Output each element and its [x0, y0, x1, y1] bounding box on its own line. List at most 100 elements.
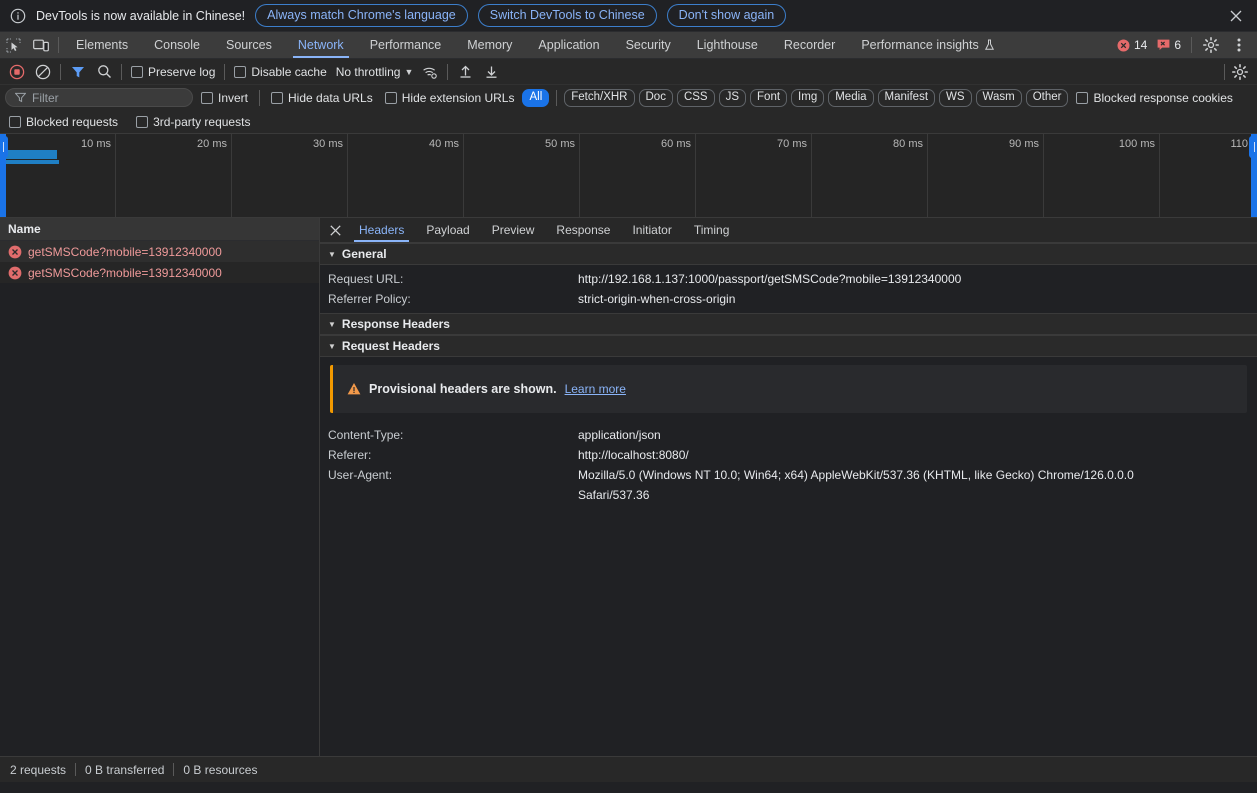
- close-icon[interactable]: [322, 218, 348, 242]
- tab-security[interactable]: Security: [613, 32, 684, 58]
- filter-type-fetch-xhr[interactable]: Fetch/XHR: [564, 88, 635, 107]
- inspect-element-icon[interactable]: [0, 32, 27, 58]
- filter-divider-2: [556, 89, 558, 106]
- tab-network[interactable]: Network: [285, 32, 357, 58]
- filter-funnel-icon: [15, 92, 26, 103]
- request-header-rows: Content-Type: application/json Referer: …: [320, 421, 1257, 509]
- checkbox-box: [136, 115, 149, 128]
- error-circle-icon: [8, 245, 22, 259]
- search-icon[interactable]: [92, 61, 116, 83]
- tab-label: Performance insights: [861, 38, 979, 52]
- filter-funnel-icon[interactable]: [66, 61, 90, 83]
- chevron-down-icon: ▼: [328, 249, 336, 259]
- filter-type-ws[interactable]: WS: [939, 88, 972, 107]
- third-party-requests-label: 3rd-party requests: [153, 114, 251, 129]
- timeline-window-handle-right[interactable]: [1249, 134, 1257, 217]
- hide-extension-urls-checkbox[interactable]: Hide extension URLs: [381, 91, 519, 105]
- tab-headers[interactable]: Headers: [348, 218, 415, 242]
- timeline-window-handle-left[interactable]: [0, 134, 8, 217]
- gear-icon[interactable]: [1228, 61, 1252, 83]
- devtools-tabbar: Elements Console Sources Network Perform…: [0, 32, 1257, 59]
- network-timeline-overview[interactable]: 10 ms 20 ms 30 ms 40 ms 50 ms 60 ms 70 m…: [0, 134, 1257, 218]
- switch-to-chinese-button[interactable]: Switch DevTools to Chinese: [477, 4, 657, 27]
- filter-type-js[interactable]: JS: [718, 88, 747, 107]
- filter-type-all[interactable]: All: [522, 88, 550, 107]
- section-general-header[interactable]: ▼ General: [320, 243, 1257, 265]
- gear-icon[interactable]: [1199, 33, 1223, 57]
- filter-divider-1: [259, 89, 261, 106]
- table-row[interactable]: getSMSCode?mobile=13912340000: [0, 241, 319, 262]
- tab-timing[interactable]: Timing: [683, 218, 741, 242]
- filter-type-font[interactable]: Font: [750, 88, 788, 107]
- invert-checkbox[interactable]: Invert: [197, 91, 252, 105]
- tab-sources[interactable]: Sources: [213, 32, 285, 58]
- column-header-name: Name: [8, 222, 41, 236]
- tab-application[interactable]: Application: [525, 32, 612, 58]
- dont-show-again-button[interactable]: Don't show again: [666, 4, 787, 27]
- warning-triangle-icon: [347, 382, 361, 396]
- filter-type-manifest[interactable]: Manifest: [877, 88, 936, 107]
- section-request-headers-header[interactable]: ▼ Request Headers: [320, 335, 1257, 357]
- blocked-requests-label: Blocked requests: [26, 114, 119, 129]
- filter-type-doc[interactable]: Doc: [638, 88, 673, 107]
- preserve-log-checkbox[interactable]: Preserve log: [127, 65, 219, 79]
- device-toolbar-icon[interactable]: [27, 32, 54, 58]
- network-toolbar: Preserve log Disable cache No throttling…: [0, 59, 1257, 85]
- filter-type-img[interactable]: Img: [791, 88, 825, 107]
- close-icon[interactable]: [1225, 5, 1247, 27]
- tab-console[interactable]: Console: [141, 32, 213, 58]
- section-response-headers-header[interactable]: ▼ Response Headers: [320, 313, 1257, 335]
- blocked-requests-checkbox[interactable]: Blocked requests: [5, 115, 122, 129]
- tab-label: Memory: [467, 38, 513, 52]
- network-status-bar: 2 requests 0 B transferred 0 B resources: [0, 756, 1257, 782]
- tab-payload[interactable]: Payload: [415, 218, 480, 242]
- tab-performance-insights[interactable]: Performance insights: [848, 32, 1007, 58]
- blocked-response-cookies-checkbox[interactable]: Blocked response cookies: [1072, 91, 1236, 105]
- kebab-menu-icon[interactable]: [1227, 33, 1251, 57]
- export-har-icon[interactable]: [479, 61, 503, 83]
- filter-type-wasm[interactable]: Wasm: [975, 88, 1022, 107]
- record-stop-icon[interactable]: [5, 61, 29, 83]
- tabbar-right-divider: [1191, 37, 1192, 53]
- warning-count-badge[interactable]: 6: [1154, 38, 1184, 52]
- toolbar-divider-5: [1224, 63, 1225, 80]
- filter-input[interactable]: Filter: [5, 88, 193, 107]
- tab-label: Performance: [369, 38, 442, 52]
- clear-icon[interactable]: [31, 61, 55, 83]
- tab-memory[interactable]: Memory: [454, 32, 525, 58]
- always-match-language-button[interactable]: Always match Chrome's language: [255, 4, 468, 27]
- import-har-icon[interactable]: [453, 61, 477, 83]
- tabbar-divider: [58, 37, 59, 53]
- header-value: http://192.168.1.137:1000/passport/getSM…: [578, 272, 962, 286]
- filter-type-other[interactable]: Other: [1025, 88, 1069, 107]
- tab-performance[interactable]: Performance: [357, 32, 455, 58]
- third-party-requests-checkbox[interactable]: 3rd-party requests: [132, 115, 254, 129]
- filter-type-css[interactable]: CSS: [676, 88, 715, 107]
- error-count-badge[interactable]: 14: [1114, 38, 1150, 52]
- learn-more-link[interactable]: Learn more: [565, 382, 626, 396]
- warning-count: 6: [1174, 38, 1181, 52]
- checkbox-box: [201, 91, 213, 104]
- header-key: Referrer Policy:: [328, 292, 411, 306]
- hide-data-urls-checkbox[interactable]: Hide data URLs: [267, 91, 377, 105]
- throttling-select[interactable]: No throttling ▼: [333, 65, 417, 79]
- toolbar-divider-2: [121, 63, 122, 80]
- tab-response[interactable]: Response: [545, 218, 621, 242]
- status-divider: [173, 763, 175, 776]
- chevron-down-icon: ▼: [328, 319, 336, 329]
- filter-placeholder: Filter: [32, 90, 59, 105]
- tab-recorder[interactable]: Recorder: [771, 32, 848, 58]
- timeline-tick-label: 90 ms: [1009, 138, 1039, 150]
- tab-lighthouse[interactable]: Lighthouse: [684, 32, 771, 58]
- tab-elements[interactable]: Elements: [63, 32, 141, 58]
- timeline-tick-label: 70 ms: [777, 138, 807, 150]
- network-conditions-icon[interactable]: [418, 61, 442, 83]
- disable-cache-checkbox[interactable]: Disable cache: [230, 65, 330, 79]
- filter-type-media[interactable]: Media: [828, 88, 874, 107]
- table-row[interactable]: getSMSCode?mobile=13912340000: [0, 262, 319, 283]
- toolbar-divider-3: [224, 63, 226, 80]
- request-list-header[interactable]: Name: [0, 218, 319, 241]
- tab-preview[interactable]: Preview: [481, 218, 546, 242]
- tab-initiator[interactable]: Initiator: [621, 218, 682, 242]
- timeline-request-bar: [3, 160, 59, 164]
